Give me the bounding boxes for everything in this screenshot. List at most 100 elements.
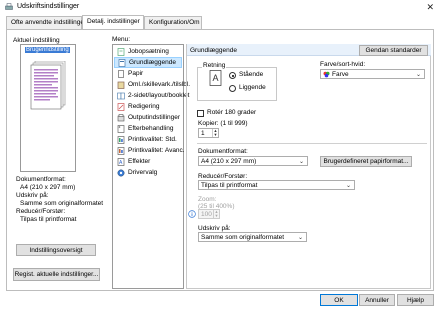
rotate-180-label: Rotér 180 grader xyxy=(207,109,257,116)
menu-item-label: Drivervalg xyxy=(128,169,158,176)
settings-overview-button[interactable]: Indstillingsoversigt xyxy=(16,244,96,256)
copies-label: Kopier: (1 til 999) xyxy=(198,120,248,127)
zoom-label: Zoom: xyxy=(198,196,217,203)
summary-line: Tilpas til printformat xyxy=(20,216,77,223)
zoom-spinner[interactable]: 100 ▲ ▼ xyxy=(198,209,220,219)
menu-item-basic[interactable]: Grundlæggende xyxy=(114,57,182,68)
menu-item-label: Oml./skillevark./tilslbl. xyxy=(128,81,191,88)
chevron-down-icon: ⌄ xyxy=(297,235,303,241)
portrait-label: Stående xyxy=(239,71,264,78)
menu-item-label: Jobopsætning xyxy=(128,48,169,55)
tab-frequent-settings[interactable]: Ofte anvendte indstillinger xyxy=(6,16,86,29)
edit-icon xyxy=(117,102,125,111)
custom-paper-size-button[interactable]: Brugerdefineret papirformat... xyxy=(320,156,412,167)
document-size-value: A4 (210 x 297 mm) xyxy=(201,157,257,165)
rotate-180-checkbox[interactable] xyxy=(197,110,204,117)
document-size-select[interactable]: A4 (210 x 297 mm) ⌄ xyxy=(198,156,308,166)
info-icon xyxy=(188,210,196,218)
title-bar: Udskriftsindstillinger ✕ xyxy=(0,0,440,15)
quality-adv-icon xyxy=(117,146,125,155)
paper-stack-icon xyxy=(30,61,66,110)
reset-defaults-button[interactable]: Gendan standarder xyxy=(359,45,428,56)
print-on-select[interactable]: Samme som originalformatet ⌄ xyxy=(198,232,307,242)
menu-item-cover[interactable]: Oml./skillevark./tilslbl. xyxy=(114,79,190,90)
menu-item-label: Printkvalitet: Std. xyxy=(128,136,177,143)
content-header: Grundlæggende xyxy=(190,47,237,54)
page-preview: Brugerindstilling xyxy=(20,44,76,172)
reduce-enlarge-value: Tilpas til printformat xyxy=(201,181,258,189)
document-size-label: Dokumentformat: xyxy=(198,148,248,155)
landscape-label: Liggende xyxy=(239,84,266,91)
summary-line: Dokumentformat: xyxy=(16,176,66,183)
menu-item-duplex[interactable]: 2-sidet/layout/booklet xyxy=(114,90,189,101)
menu-item-label: Printkvalitet: Avanc. xyxy=(128,147,185,154)
paper-icon xyxy=(118,69,124,78)
menu-item-label: Grundlæggende xyxy=(129,59,176,66)
menu-list: Jobopsætning Grundlæggende Papir Oml./sk… xyxy=(112,44,190,289)
orientation-label: Retning xyxy=(202,62,227,69)
duplex-icon xyxy=(117,92,125,99)
current-setting-value: Brugerindstilling xyxy=(25,47,70,53)
ok-button[interactable]: OK xyxy=(320,294,358,306)
tab-detailed-settings[interactable]: Detalj. indstillinger xyxy=(82,15,144,29)
settings-summary: Dokumentformat: A4 (210 x 297 mm) Udskri… xyxy=(16,176,103,224)
menu-item-job-setup[interactable]: Jobopsætning xyxy=(114,46,182,57)
output-icon xyxy=(117,113,125,121)
portrait-page-icon: A xyxy=(209,70,222,86)
window-title: Udskriftsindstillinger xyxy=(17,3,80,10)
quality-std-icon xyxy=(117,135,125,144)
portrait-radio[interactable] xyxy=(229,72,236,79)
menu-label: Menu: xyxy=(112,36,131,43)
job-setup-icon xyxy=(117,47,125,56)
driver-icon xyxy=(117,169,125,176)
copies-spinner[interactable]: 1 ▲ ▼ xyxy=(198,128,219,138)
reduce-enlarge-select[interactable]: Tilpas til printformat ⌄ xyxy=(198,180,355,190)
color-mode-select[interactable]: Farve ⌄ xyxy=(320,69,425,79)
basic-icon xyxy=(118,58,126,67)
current-setting-label: Aktuel indstilling xyxy=(13,37,60,44)
cover-icon xyxy=(117,81,125,89)
menu-item-label: Effekter xyxy=(128,158,151,165)
print-on-label: Udskriv på: xyxy=(198,225,231,232)
menu-item-paper[interactable]: Papir xyxy=(114,68,182,79)
menu-item-quality-adv[interactable]: Printkvalitet: Avanc. xyxy=(114,145,185,156)
chevron-down-icon: ⌄ xyxy=(345,183,351,189)
print-on-value: Samme som originalformatet xyxy=(201,233,285,241)
spin-arrows-icon[interactable]: ▲ ▼ xyxy=(212,129,218,137)
spin-arrows-icon[interactable]: ▲ ▼ xyxy=(213,210,219,218)
chevron-down-icon: ⌄ xyxy=(415,72,421,78)
color-icon xyxy=(323,71,330,77)
summary-line: Udskriv på: xyxy=(16,192,49,199)
menu-item-output[interactable]: Outputindstillinger xyxy=(114,112,182,123)
menu-item-finishing[interactable]: Efterbehandling xyxy=(114,123,182,134)
menu-item-edit[interactable]: Redigering xyxy=(114,101,182,112)
menu-item-label: Redigering xyxy=(128,103,160,110)
close-icon[interactable]: ✕ xyxy=(426,2,434,13)
finishing-icon xyxy=(117,124,125,133)
printer-app-icon xyxy=(5,3,13,10)
landscape-radio[interactable] xyxy=(229,85,236,92)
menu-item-effects[interactable]: A Effekter xyxy=(114,156,182,167)
color-mode-label: Farve/sort-hvid: xyxy=(320,61,366,68)
effects-icon: A xyxy=(117,157,125,166)
section-divider xyxy=(197,143,427,144)
menu-item-driver[interactable]: Drivervalg xyxy=(114,167,182,178)
svg-text:A: A xyxy=(213,73,219,83)
copies-value: 1 xyxy=(201,129,205,137)
color-mode-value: Farve xyxy=(332,70,349,78)
reduce-enlarge-label: Reducér/Forstør: xyxy=(198,173,248,180)
menu-item-label: Papir xyxy=(128,70,144,77)
help-button[interactable]: Hjælp xyxy=(397,294,434,306)
zoom-value: 100 xyxy=(201,210,212,218)
tab-configuration[interactable]: Konfiguration/Om xyxy=(144,16,202,29)
cancel-button[interactable]: Annuller xyxy=(359,294,395,306)
menu-item-label: 2-sidet/layout/booklet xyxy=(128,92,190,99)
summary-line: A4 (210 x 297 mm) xyxy=(20,184,76,191)
register-settings-button[interactable]: Regist. aktuelle indstillinger... xyxy=(13,268,100,281)
chevron-down-icon: ⌄ xyxy=(298,159,304,165)
menu-item-label: Efterbehandling xyxy=(128,125,174,132)
menu-item-label: Outputindstillinger xyxy=(128,114,181,121)
summary-line: Samme som originalformatet xyxy=(20,200,104,207)
menu-item-quality-std[interactable]: Printkvalitet: Std. xyxy=(114,134,182,145)
summary-line: Reducér/Forstør: xyxy=(16,208,66,215)
